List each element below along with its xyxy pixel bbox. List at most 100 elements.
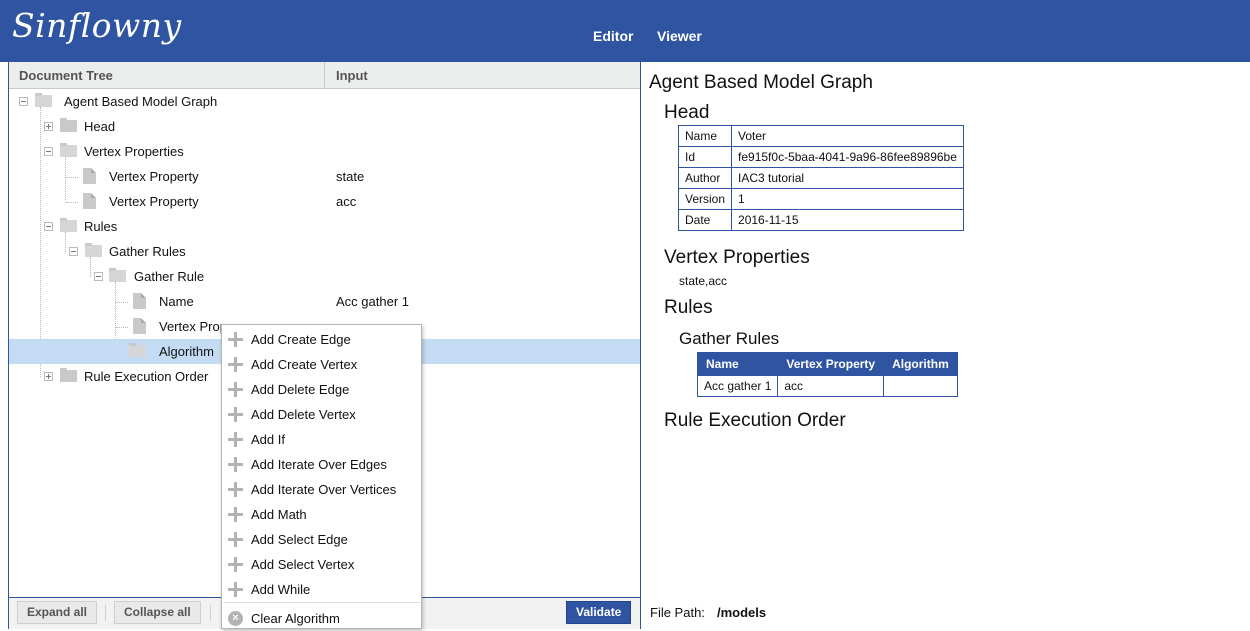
table-header-row: Name Vertex Property Algorithm xyxy=(696,352,958,376)
nav-viewer[interactable]: Viewer xyxy=(657,28,702,44)
tree-node-value[interactable]: state xyxy=(336,169,364,184)
table-value: 2016-11-15 xyxy=(731,209,964,231)
folder-open-icon xyxy=(60,218,77,232)
folder-open-icon xyxy=(85,243,102,257)
tree-node[interactable]: Head xyxy=(9,114,640,139)
menu-item-add-create-vertex[interactable]: Add Create Vertex xyxy=(222,352,421,377)
column-divider[interactable] xyxy=(324,62,325,89)
menu-item-clear-algorithm[interactable]: × Clear Algorithm xyxy=(222,606,421,631)
menu-item-label: Add Delete Edge xyxy=(251,382,350,397)
document-tree-header: Document Tree xyxy=(19,68,113,83)
tree-node-label: Algorithm xyxy=(159,344,214,359)
folder-open-icon xyxy=(60,143,77,157)
menu-item-add-math[interactable]: Add Math xyxy=(222,502,421,527)
tree-node-value[interactable]: acc xyxy=(336,194,356,209)
validate-button[interactable]: Validate xyxy=(566,601,632,624)
clear-circle-icon: × xyxy=(228,611,243,626)
table-value: IAC3 tutorial xyxy=(731,167,964,189)
menu-item-add-if[interactable]: Add If xyxy=(222,427,421,452)
menu-item-add-delete-vertex[interactable]: Add Delete Vertex xyxy=(222,402,421,427)
menu-divider xyxy=(223,602,420,603)
menu-item-add-iterate-over-vertices[interactable]: Add Iterate Over Vertices xyxy=(222,477,421,502)
top-bar: Sinflowny Editor Viewer xyxy=(0,0,1250,62)
menu-item-label: Add While xyxy=(251,582,311,597)
menu-item-label: Add Iterate Over Vertices xyxy=(251,482,397,497)
document-icon xyxy=(83,168,96,184)
tree-node[interactable]: Name Acc gather 1 xyxy=(9,289,640,314)
menu-item-label: Add Create Vertex xyxy=(251,357,358,372)
document-icon xyxy=(133,318,146,334)
menu-item-add-select-vertex[interactable]: Add Select Vertex xyxy=(222,552,421,577)
input-header: Input xyxy=(336,68,368,83)
menu-item-add-create-edge[interactable]: Add Create Edge xyxy=(222,327,421,352)
gather-rules-heading: Gather Rules xyxy=(679,329,780,348)
document-icon xyxy=(83,193,96,209)
menu-item-add-delete-edge[interactable]: Add Delete Edge xyxy=(222,377,421,402)
collapse-toggle-icon[interactable] xyxy=(44,222,53,231)
viewer-title: Agent Based Model Graph xyxy=(649,72,873,93)
expand-toggle-icon[interactable] xyxy=(44,122,53,131)
collapse-toggle-icon[interactable] xyxy=(69,247,78,256)
nav-editor[interactable]: Editor xyxy=(593,28,633,44)
gather-rules-table: Name Vertex Property Algorithm Acc gathe… xyxy=(696,352,958,397)
collapse-toggle-icon[interactable] xyxy=(94,272,103,281)
tree-node[interactable]: Vertex Property acc xyxy=(9,189,640,214)
menu-item-label: Add Select Edge xyxy=(251,532,348,547)
expand-all-button[interactable]: Expand all xyxy=(17,601,98,624)
tree-node[interactable]: Vertex Property state xyxy=(9,164,640,189)
menu-item-add-while[interactable]: Add While xyxy=(222,577,421,602)
folder-icon xyxy=(60,118,77,132)
tree-node-value[interactable]: Acc gather 1 xyxy=(336,294,409,309)
plus-icon xyxy=(228,382,243,397)
menu-item-label: Add Delete Vertex xyxy=(251,407,356,422)
menu-item-label: Add Select Vertex xyxy=(251,557,355,572)
menu-item-label: Add Create Edge xyxy=(251,332,351,347)
rule-execution-order-heading: Rule Execution Order xyxy=(664,410,846,431)
table-row: Acc gather 1 acc xyxy=(696,375,958,397)
tree-node[interactable]: Gather Rules xyxy=(9,239,640,264)
tree-node-label: Vertex Property xyxy=(109,169,199,184)
column-header: Name xyxy=(696,352,779,376)
vertex-properties-heading: Vertex Properties xyxy=(664,247,810,268)
file-path-label: File Path: xyxy=(650,605,705,620)
tree-node-label: Vertex Property xyxy=(109,194,199,209)
plus-icon xyxy=(228,407,243,422)
tree-node-label: Gather Rule xyxy=(134,269,205,284)
app-logo: Sinflowny xyxy=(12,6,182,45)
menu-item-label: Add Iterate Over Edges xyxy=(251,457,387,472)
viewer-panel: Agent Based Model Graph Head Name Voter I… xyxy=(641,62,1250,598)
tree-node-label: Rules xyxy=(84,219,118,234)
toolbar-divider xyxy=(105,605,106,621)
tree-node[interactable]: Vertex Properties xyxy=(9,139,640,164)
collapse-all-button[interactable]: Collapse all xyxy=(114,601,201,624)
table-cell: acc xyxy=(777,375,885,397)
menu-item-add-iterate-over-edges[interactable]: Add Iterate Over Edges xyxy=(222,452,421,477)
plus-icon xyxy=(228,432,243,447)
plus-icon xyxy=(228,582,243,597)
table-value: 1 xyxy=(731,188,964,210)
plus-icon xyxy=(228,532,243,547)
plus-icon xyxy=(228,457,243,472)
folder-open-icon xyxy=(35,93,52,107)
toolbar-divider xyxy=(210,605,211,621)
collapse-toggle-icon[interactable] xyxy=(44,147,53,156)
menu-item-label: Clear Algorithm xyxy=(251,611,340,626)
collapse-toggle-icon[interactable] xyxy=(19,97,28,106)
table-cell: Acc gather 1 xyxy=(696,375,779,397)
menu-item-add-select-edge[interactable]: Add Select Edge xyxy=(222,527,421,552)
tree-node-label: Head xyxy=(84,119,116,134)
plus-icon xyxy=(228,482,243,497)
table-key: Name xyxy=(677,125,733,147)
folder-icon xyxy=(60,368,77,382)
table-row: Version 1 xyxy=(677,188,964,210)
folder-open-icon xyxy=(109,268,126,282)
tree-node[interactable]: Gather Rule xyxy=(9,264,640,289)
plus-icon xyxy=(228,357,243,372)
menu-item-label: Add Math xyxy=(251,507,307,522)
tree-node[interactable]: Rules xyxy=(9,214,640,239)
plus-icon xyxy=(228,507,243,522)
tree-node[interactable]: Agent Based Model Graph xyxy=(9,89,640,114)
expand-toggle-icon[interactable] xyxy=(44,372,53,381)
column-header: Algorithm xyxy=(883,352,958,376)
table-row: Author IAC3 tutorial xyxy=(677,167,964,189)
